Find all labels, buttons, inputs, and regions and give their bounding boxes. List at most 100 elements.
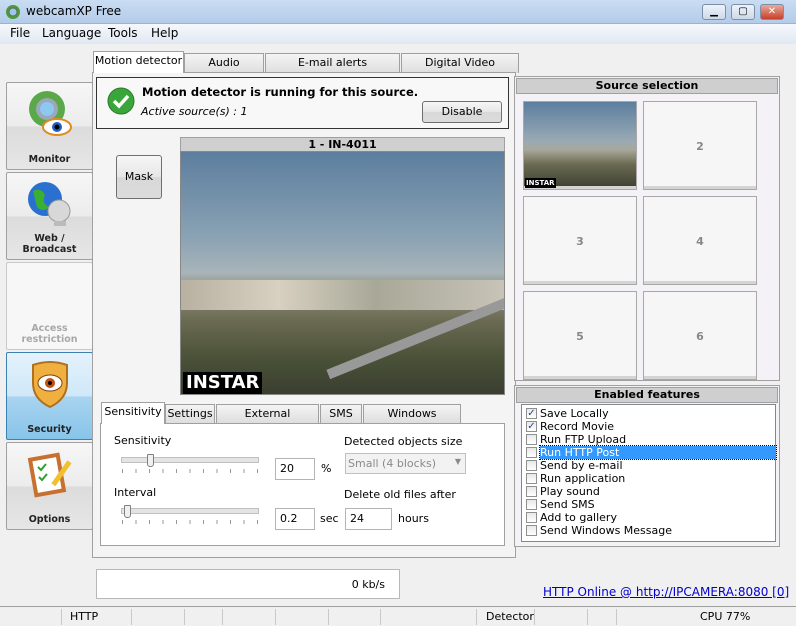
feature-label: Play sound	[540, 485, 600, 498]
source-cell-3[interactable]: 3	[523, 196, 637, 285]
sensitivity-panel: Sensitivity 20 % Interval 0.2 sec Detect…	[100, 423, 505, 546]
window-title: webcamXP Free	[26, 4, 122, 18]
checkbox[interactable]	[526, 460, 537, 471]
menu-help[interactable]: Help	[151, 26, 178, 40]
checkbox[interactable]	[526, 447, 537, 458]
source-cell-1[interactable]: INSTAR	[523, 101, 637, 190]
feature-item[interactable]: Run application	[522, 472, 775, 485]
checkbox[interactable]	[526, 434, 537, 445]
tab-digital-video-recording[interactable]: Digital Video Recording	[401, 53, 519, 87]
checkbox[interactable]: ✓	[526, 408, 537, 419]
status-detector: Detector	[486, 610, 534, 623]
menu-language[interactable]: Language	[42, 26, 101, 40]
shield-eye-icon	[32, 361, 68, 409]
status-http: HTTP	[70, 610, 99, 623]
instar-logo: INSTAR	[525, 178, 556, 188]
tab-motion-detector[interactable]: Motion detector	[93, 51, 184, 73]
disable-button[interactable]: Disable	[422, 101, 502, 123]
mask-button[interactable]: Mask	[116, 155, 162, 199]
subtab-sensitivity[interactable]: Sensitivity	[101, 402, 165, 424]
globe-satellite-icon	[28, 182, 71, 226]
http-online-link[interactable]: HTTP Online @ http://IPCAMERA:8080 [0]	[543, 585, 789, 599]
title-bar: webcamXP Free ▁ ▢ ✕	[0, 0, 796, 24]
interval-unit: sec	[320, 512, 339, 525]
feature-item[interactable]: ✓ Save Locally	[522, 407, 775, 420]
subtab-windows-message[interactable]: Windows Message	[363, 404, 461, 438]
enabled-features-title: Enabled features	[516, 387, 778, 403]
app-icon	[6, 5, 20, 19]
feature-item[interactable]: Send Windows Message	[522, 524, 775, 537]
source-cell-5[interactable]: 5	[523, 291, 637, 380]
sidebar-item-options[interactable]: Options	[6, 442, 93, 530]
sidebar-label: Web / Broadcast	[22, 233, 77, 255]
feature-label: Send Windows Message	[540, 524, 673, 537]
feature-item[interactable]: Add to gallery	[522, 511, 775, 524]
sidebar-item-security[interactable]: Security	[6, 352, 93, 440]
feature-item[interactable]: Run FTP Upload	[522, 433, 775, 446]
feature-label: Run FTP Upload	[540, 433, 627, 446]
checkbox[interactable]	[526, 512, 537, 523]
tab-audio-detector[interactable]: Audio detector	[184, 53, 264, 87]
checkbox[interactable]: ✓	[526, 421, 537, 432]
sensitivity-input[interactable]: 20	[275, 458, 315, 480]
feature-label: Send SMS	[540, 498, 595, 511]
slider-ticks	[122, 520, 260, 524]
sidebar-label: Security	[27, 424, 72, 435]
subtab-external-application[interactable]: External application	[216, 404, 319, 438]
tab-email-alerts[interactable]: E-mail alerts configuration	[265, 53, 400, 87]
active-sources: Active source(s) : 1	[141, 105, 248, 118]
feature-item[interactable]: ✓ Record Movie	[522, 420, 775, 433]
checkbox[interactable]	[526, 486, 537, 497]
sidebar-item-web-broadcast[interactable]: Web / Broadcast	[6, 172, 93, 260]
feature-item[interactable]: Play sound	[522, 485, 775, 498]
detector-status-message: Motion detector is running for this sour…	[142, 85, 419, 99]
menu-file[interactable]: File	[10, 26, 30, 40]
enabled-features-panel: Enabled features ✓ Save Locally ✓ Record Mo…	[514, 385, 780, 547]
feature-label: Run HTTP Post	[539, 445, 777, 460]
sidebar-label: Options	[28, 514, 71, 525]
feature-item[interactable]: Run HTTP Post	[522, 445, 777, 460]
menu-bar: File Language Tools Help	[0, 24, 796, 44]
feature-label: Send by e-mail	[540, 459, 623, 472]
checkbox[interactable]	[526, 499, 537, 510]
feature-item[interactable]: Send SMS	[522, 498, 775, 511]
source-selection-title: Source selection	[516, 78, 778, 94]
interval-slider-thumb[interactable]	[123, 505, 131, 518]
checkbox[interactable]	[526, 525, 537, 536]
sensitivity-unit: %	[321, 462, 332, 475]
feature-item[interactable]: Send by e-mail	[522, 459, 775, 472]
feature-label: Run application	[540, 472, 626, 485]
checkmark-icon	[107, 87, 135, 115]
detected-objects-select[interactable]: Small (4 blocks) ▼	[345, 453, 466, 474]
feature-label: Record Movie	[540, 420, 615, 433]
feature-label: Add to gallery	[540, 511, 617, 524]
sensitivity-slider[interactable]	[121, 457, 259, 463]
minimize-button[interactable]: ▁	[702, 4, 726, 20]
interval-label: Interval	[114, 486, 157, 499]
sensitivity-label: Sensitivity	[114, 434, 172, 447]
sidebar-item-monitor[interactable]: Monitor	[6, 82, 93, 170]
checkbox[interactable]	[526, 473, 537, 484]
sidebar-label: Monitor	[28, 154, 71, 165]
delete-hours-unit: hours	[398, 512, 429, 525]
subtab-sms[interactable]: SMS	[320, 404, 362, 423]
webcam-eye-icon	[29, 91, 72, 136]
interval-input[interactable]: 0.2	[275, 508, 315, 530]
feature-label: Save Locally	[540, 407, 609, 420]
status-cpu: CPU 77%	[700, 610, 751, 623]
bandwidth-value: 0 kb/s	[351, 578, 385, 591]
source-cell-2[interactable]: 2	[643, 101, 757, 190]
maximize-button[interactable]: ▢	[731, 4, 755, 20]
video-feed[interactable]: INSTAR	[180, 151, 505, 395]
delete-hours-input[interactable]: 24	[345, 508, 392, 530]
sidebar-item-access-restriction: Access restriction	[6, 262, 93, 350]
detector-status-box: Motion detector is running for this sour…	[96, 77, 509, 129]
source-cell-4[interactable]: 4	[643, 196, 757, 285]
interval-slider[interactable]	[121, 508, 259, 514]
source-cell-6[interactable]: 6	[643, 291, 757, 380]
chevron-down-icon: ▼	[454, 457, 461, 466]
close-button[interactable]: ✕	[760, 4, 784, 20]
subtab-settings[interactable]: Settings	[165, 404, 215, 423]
menu-tools[interactable]: Tools	[108, 26, 138, 40]
sensitivity-slider-thumb[interactable]	[147, 454, 155, 467]
